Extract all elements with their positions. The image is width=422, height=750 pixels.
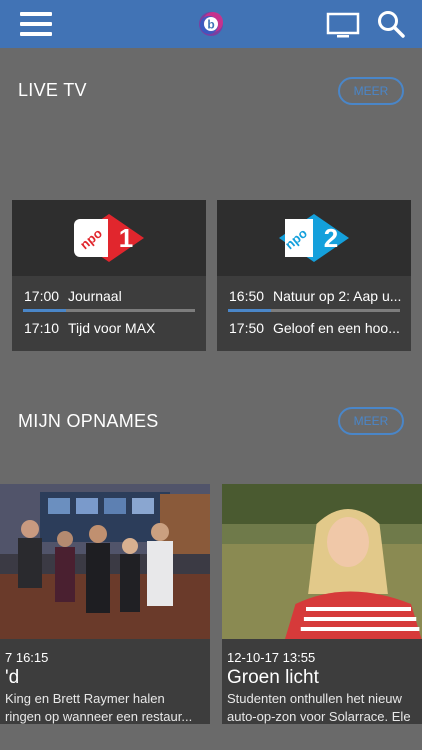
progress-bar xyxy=(228,309,400,312)
recording-title: Groen licht xyxy=(227,667,319,688)
recording-description: Studenten onthullen het nieuw auto-op-zo… xyxy=(227,690,411,724)
now-title: Natuur op 2: Aap u... xyxy=(273,288,402,304)
next-playing-row: 17:10 Tijd voor MAX xyxy=(24,320,155,336)
recording-card[interactable]: 12-10-17 13:55 Groen licht Studenten ont… xyxy=(222,484,422,724)
svg-text:1: 1 xyxy=(119,223,133,253)
top-bar: b xyxy=(0,0,422,48)
recording-card[interactable]: 7 16:15 'd King en Brett Raymer halen ri… xyxy=(0,484,210,724)
next-time: 17:50 xyxy=(229,320,265,336)
svg-text:2: 2 xyxy=(324,223,338,253)
recording-date: 7 16:15 xyxy=(5,650,49,665)
svg-text:b: b xyxy=(207,18,214,32)
menu-line xyxy=(20,32,52,36)
npo2-logo-icon: npo 2 xyxy=(279,214,349,262)
channel-card-npo2[interactable]: npo 2 16:50 Natuur op 2: Aap u... 17:50 Ge… xyxy=(217,200,411,351)
description-line: Studenten onthullen het nieuw xyxy=(227,691,402,706)
progress-bar xyxy=(23,309,195,312)
hamburger-menu-icon[interactable] xyxy=(20,12,52,36)
tv-icon[interactable] xyxy=(326,12,360,38)
recording-date: 12-10-17 13:55 xyxy=(227,650,316,665)
progress-fill xyxy=(23,309,66,312)
recording-description: King en Brett Raymer halen ringen op wan… xyxy=(5,690,192,724)
now-playing-row: 16:50 Natuur op 2: Aap u... xyxy=(229,288,401,304)
recording-thumbnail xyxy=(222,484,422,639)
progress-fill xyxy=(228,309,271,312)
channel-card-npo1[interactable]: npo 1 17:00 Journaal 17:10 Tijd voor MAX xyxy=(12,200,206,351)
next-title: Geloof en een hoo... xyxy=(273,320,400,336)
channel-logo-area: npo 1 xyxy=(12,200,206,276)
live-tv-more-button[interactable]: MEER xyxy=(338,77,404,105)
description-line: auto-op-zon voor Solarrace. Ele xyxy=(227,709,411,724)
now-time: 16:50 xyxy=(229,288,265,304)
bottom-gap xyxy=(0,724,422,750)
recording-title: 'd xyxy=(5,667,20,688)
live-tv-title: LIVE TV xyxy=(18,80,87,100)
description-line: King en Brett Raymer halen xyxy=(5,691,165,706)
app-logo-icon[interactable]: b xyxy=(196,9,226,39)
next-playing-row: 17:50 Geloof en een hoo... xyxy=(229,320,400,336)
recordings-more-button[interactable]: MEER xyxy=(338,407,404,435)
npo1-logo-icon: npo 1 xyxy=(74,214,144,262)
now-time: 17:00 xyxy=(24,288,60,304)
recording-thumbnail xyxy=(0,484,210,639)
description-line: ringen op wanneer een restaur... xyxy=(5,709,193,724)
recordings-title: MIJN OPNAMES xyxy=(18,411,159,431)
menu-line xyxy=(20,12,52,16)
menu-line xyxy=(20,22,52,26)
now-playing-row: 17:00 Journaal xyxy=(24,288,122,304)
next-title: Tijd voor MAX xyxy=(68,320,156,336)
channel-logo-area: npo 2 xyxy=(217,200,411,276)
search-icon[interactable] xyxy=(376,9,406,39)
next-time: 17:10 xyxy=(24,320,60,336)
now-title: Journaal xyxy=(68,288,122,304)
